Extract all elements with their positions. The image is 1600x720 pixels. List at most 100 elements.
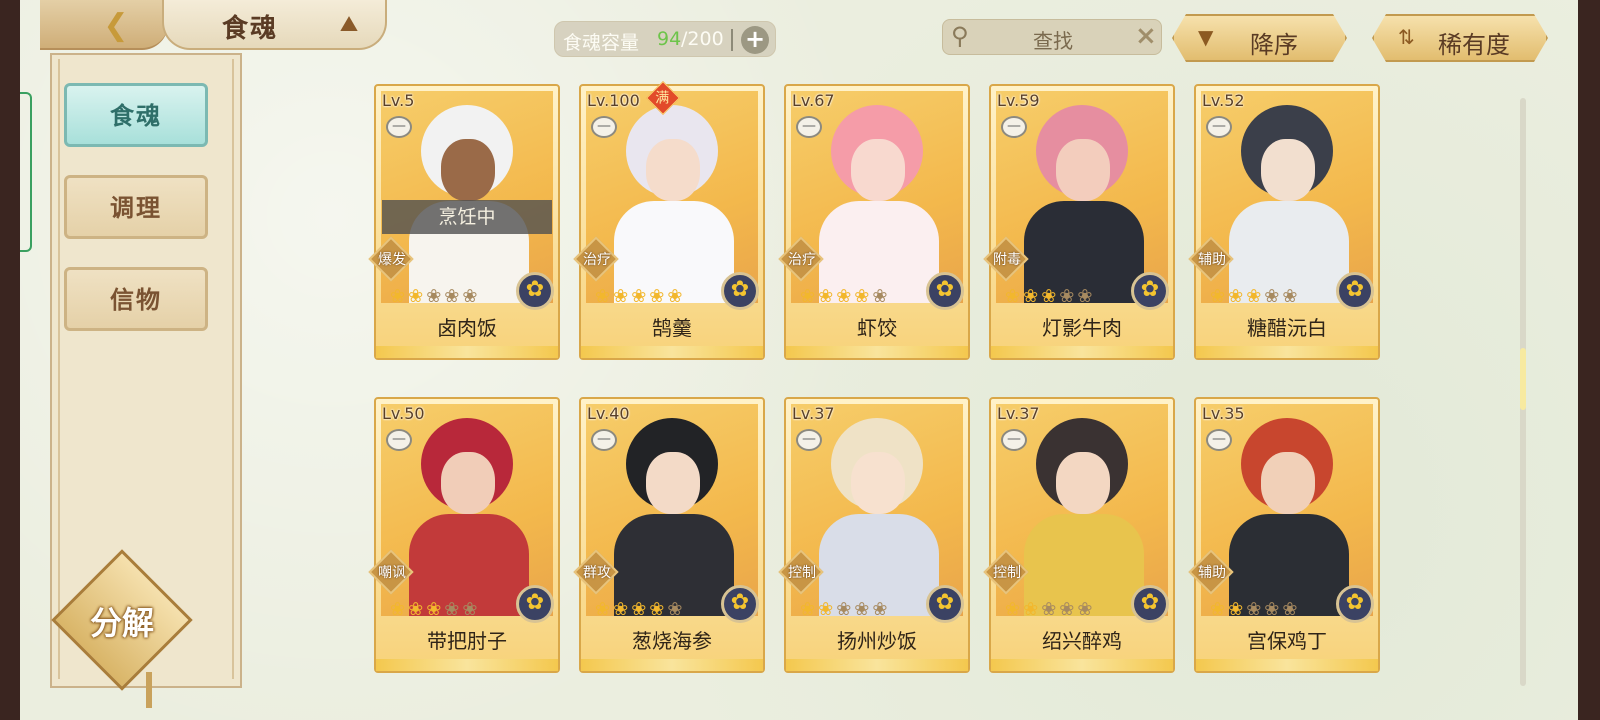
star-icon: ❀ [1023,599,1042,620]
flower-element-icon: ✿ [516,272,554,310]
card-level: Lv.5 [382,91,415,110]
star-icon: ❀ [1282,286,1301,307]
food-soul-card[interactable]: Lv.37— 控制 ❀❀❀❀❀ ✿ 扬州炒饭 [778,397,970,673]
role-badge: 治疗 [573,236,619,282]
star-icon: ❀ [390,286,409,307]
sidebar-item-tokens[interactable]: 信物 [64,267,208,331]
food-soul-card[interactable]: Lv.37— 控制 ❀❀❀❀❀ ✿ 绍兴醉鸡 [983,397,1175,673]
portrait-face [851,452,905,514]
star-icon: ❀ [462,286,481,307]
role-label: 爆发 [378,252,406,268]
card-bottom-strip [1196,659,1378,671]
flower-element-icon: ✿ [926,585,964,623]
clear-icon[interactable]: × [1135,21,1157,51]
status-badge: 烹饪中 [382,200,552,234]
star-icon: ❀ [800,599,819,620]
pagoda-icon[interactable]: ⛰ [334,12,364,38]
flower-element-icon: ✿ [1131,272,1169,310]
lock-icon[interactable]: — [1001,429,1027,451]
star-icon: ❀ [1228,286,1247,307]
card-name: 卤肉饭 [437,316,497,340]
sort-by-button[interactable]: ⇅ 稀有度 [1372,14,1548,62]
lock-icon[interactable]: — [386,116,412,138]
role-badge: 控制 [983,549,1029,595]
food-soul-card[interactable]: Lv.100 满 — 治疗 ❀❀❀❀❀ ✿ 鹄羹 [573,81,765,360]
portrait-face [1261,139,1315,201]
star-rating: ❀❀❀❀❀ [595,286,685,308]
food-soul-card[interactable]: Lv.67— 治疗 ❀❀❀❀❀ ✿ 虾饺 [778,84,970,360]
capacity-display: 食魂容量 94 /200 + [554,21,776,57]
decompose-label[interactable]: 分解 [72,598,172,644]
card-name: 虾饺 [857,316,897,340]
food-soul-card[interactable]: Lv.50— 嘲讽 ❀❀❀❀❀ ✿ 带把肘子 [368,397,560,673]
page-title: 食魂 [222,14,279,44]
food-soul-card[interactable]: Lv.35— 辅助 ❀❀❀❀❀ ✿ 宫保鸡丁 [1188,397,1380,673]
lock-icon[interactable]: — [796,116,822,138]
max-level-label: 满 [655,90,670,107]
star-icon: ❀ [613,286,632,307]
star-icon: ❀ [1264,286,1283,307]
role-badge: 嘲讽 [368,549,414,595]
role-badge: 爆发 [368,236,414,282]
star-icon: ❀ [613,599,632,620]
star-rating: ❀❀❀❀❀ [390,599,480,621]
star-icon: ❀ [631,599,650,620]
flower-element-icon: ✿ [1336,272,1374,310]
card-bottom-strip [1196,346,1378,358]
search-icon: ⚲ [951,22,969,50]
card-grid: Lv.5— 烹饪中 爆发 ❀❀❀❀❀ ✿ 卤肉饭 Lv.100 满 — 治疗 ❀❀❀❀❀ ✿ 鹄羹 Lv.… [368,81,1380,674]
star-icon: ❀ [1059,599,1078,620]
flower-element-icon: ✿ [721,272,759,310]
food-soul-card[interactable]: Lv.40— 群攻 ❀❀❀❀❀ ✿ 葱烧海参 [573,397,765,673]
sidebar-item-tuning[interactable]: 调理 [64,175,208,239]
food-soul-card[interactable]: Lv.59— 附毒 ❀❀❀❀❀ ✿ 灯影牛肉 [983,84,1175,360]
lock-icon[interactable]: — [591,429,617,451]
role-badge: 附毒 [983,236,1029,282]
scrollbar-thumb[interactable] [1520,348,1526,410]
card-level: Lv.100 [587,91,640,110]
portrait-face [441,452,495,514]
sort-order-button[interactable]: ▼ 降序 [1172,14,1347,62]
card-name: 扬州炒饭 [837,629,917,653]
card-bottom-strip [376,659,558,671]
star-icon: ❀ [872,286,891,307]
add-capacity-button[interactable]: + [741,26,769,54]
star-icon: ❀ [649,286,668,307]
lock-icon[interactable]: — [796,429,822,451]
card-bottom-strip [376,346,558,358]
card-level: Lv.67 [792,91,835,110]
star-icon: ❀ [426,599,445,620]
card-level: Lv.50 [382,404,425,423]
star-icon: ❀ [426,286,445,307]
star-icon: ❀ [1246,286,1265,307]
tassel-decoration [146,672,152,708]
star-rating: ❀❀❀❀❀ [390,286,480,308]
star-icon: ❀ [649,599,668,620]
lock-icon[interactable]: — [1001,116,1027,138]
lock-icon[interactable]: — [591,116,617,138]
lock-icon[interactable]: — [1206,116,1232,138]
card-level: Lv.52 [1202,91,1245,110]
star-icon: ❀ [444,286,463,307]
role-label: 控制 [993,565,1021,581]
sidebar-item-food-souls[interactable]: 食魂 [64,83,208,147]
role-badge: 辅助 [1188,549,1234,595]
card-bottom-strip [991,659,1173,671]
food-soul-card[interactable]: Lv.52— 辅助 ❀❀❀❀❀ ✿ 糖醋沅白 [1188,84,1380,360]
star-icon: ❀ [836,286,855,307]
card-level: Lv.40 [587,404,630,423]
card-bottom-strip [581,659,763,671]
search-field[interactable]: ⚲ 查找 × [942,19,1162,55]
lock-icon[interactable]: — [386,429,412,451]
lock-icon[interactable]: — [1206,429,1232,451]
star-icon: ❀ [631,286,650,307]
card-name: 葱烧海参 [632,629,712,653]
star-icon: ❀ [800,286,819,307]
star-rating: ❀❀❀❀❀ [1210,599,1300,621]
back-button[interactable]: ❮ [40,0,168,50]
card-name: 鹄羹 [652,316,692,340]
star-icon: ❀ [1264,599,1283,620]
star-rating: ❀❀❀❀❀ [800,286,890,308]
star-rating: ❀❀❀❀❀ [595,599,685,621]
food-soul-card[interactable]: Lv.5 — 烹饪中爆发 ❀❀❀❀❀ ✿ 卤肉饭 [368,84,560,360]
